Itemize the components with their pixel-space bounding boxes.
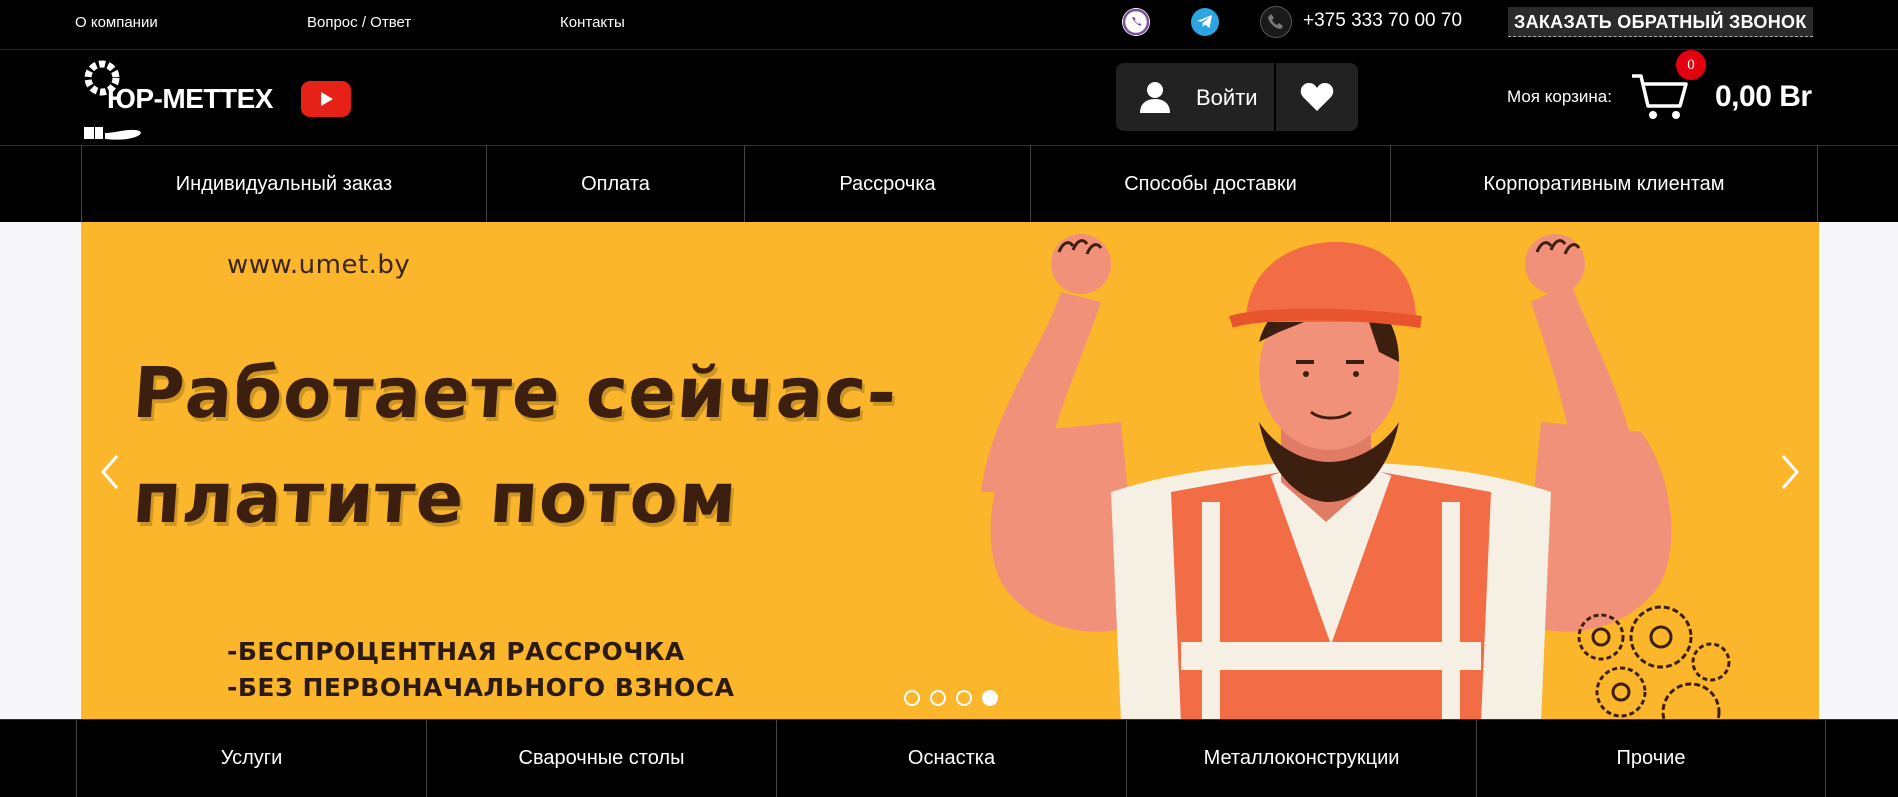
favorites-button[interactable] — [1276, 63, 1358, 131]
slider-dot-4[interactable] — [982, 690, 998, 706]
next-slide-arrow[interactable] — [1775, 452, 1805, 492]
nav-item-corporate[interactable]: Корпоративным клиентам — [1390, 146, 1818, 223]
cart-count-badge: 0 — [1676, 50, 1706, 80]
slider-dot-2[interactable] — [930, 690, 946, 706]
category-welding-tables[interactable]: Сварочные столы — [426, 720, 776, 797]
banner-headline-line-1: Работаете сейчас- — [130, 352, 900, 434]
cart-icon[interactable] — [1630, 72, 1690, 122]
category-tooling[interactable]: Оснастка — [776, 720, 1126, 797]
heart-icon — [1300, 83, 1334, 111]
category-other[interactable]: Прочие — [1476, 720, 1826, 797]
category-nav: Услуги Сварочные столы Оснастка Металлок… — [0, 719, 1898, 797]
top-bar: О компании Вопрос / Ответ Контакты +375 … — [0, 0, 1898, 50]
banner-url: www.umet.by — [227, 250, 411, 280]
cart-label: Моя корзина: — [1507, 87, 1612, 106]
promo-banner[interactable]: www.umet.by Работаете сейчас- платите по… — [81, 222, 1819, 719]
contacts-link[interactable]: Контакты — [560, 14, 625, 31]
login-button[interactable]: Войти — [1116, 63, 1274, 131]
viber-icon[interactable] — [1122, 8, 1150, 36]
cart-total[interactable]: 0,00 Br — [1715, 80, 1812, 114]
login-label: Войти — [1196, 85, 1258, 110]
hero-slider: www.umet.by Работаете сейчас- платите по… — [0, 222, 1898, 719]
main-nav: Индивидуальный заказ Оплата Рассрочка Сп… — [0, 145, 1898, 223]
phone-icon — [1260, 6, 1292, 38]
nav-item-individual-order[interactable]: Индивидуальный заказ — [81, 146, 486, 223]
category-metal-structures[interactable]: Металлоконструкции — [1126, 720, 1476, 797]
callback-button[interactable]: ЗАКАЗАТЬ ОБРАТНЫЙ ЗВОНОК — [1508, 7, 1813, 37]
logo-text: ЮР-МЕТТЕХ — [107, 83, 273, 114]
header: ЮР-МЕТТЕХ Войти Моя корзина: 0 0,00 Br — [0, 50, 1898, 145]
youtube-icon[interactable] — [301, 81, 351, 117]
slider-dot-3[interactable] — [956, 690, 972, 706]
nav-item-payment[interactable]: Оплата — [486, 146, 744, 223]
about-link[interactable]: О компании — [75, 14, 158, 31]
logo[interactable]: ЮР-МЕТТЕХ — [78, 53, 278, 143]
user-icon — [1140, 82, 1170, 113]
banner-bullet-2: -БЕЗ ПЕРВОНАЧАЛЬНОГО ВЗНОСА — [227, 673, 735, 702]
category-services[interactable]: Услуги — [76, 720, 426, 797]
phone-number[interactable]: +375 333 70 00 70 — [1303, 10, 1462, 32]
slider-dot-1[interactable] — [904, 690, 920, 706]
slider-dots — [904, 690, 998, 706]
banner-bullet-1: -БЕСПРОЦЕНТНАЯ РАССРОЧКА — [227, 637, 685, 666]
nav-item-installment[interactable]: Рассрочка — [744, 146, 1030, 223]
nav-item-delivery[interactable]: Способы доставки — [1030, 146, 1390, 223]
banner-headline-line-2: платите потом — [130, 457, 741, 539]
worker-illustration — [981, 234, 1731, 719]
telegram-icon[interactable] — [1191, 8, 1219, 36]
account-box: Войти — [1116, 63, 1358, 131]
faq-link[interactable]: Вопрос / Ответ — [307, 14, 411, 31]
prev-slide-arrow[interactable] — [95, 452, 125, 492]
